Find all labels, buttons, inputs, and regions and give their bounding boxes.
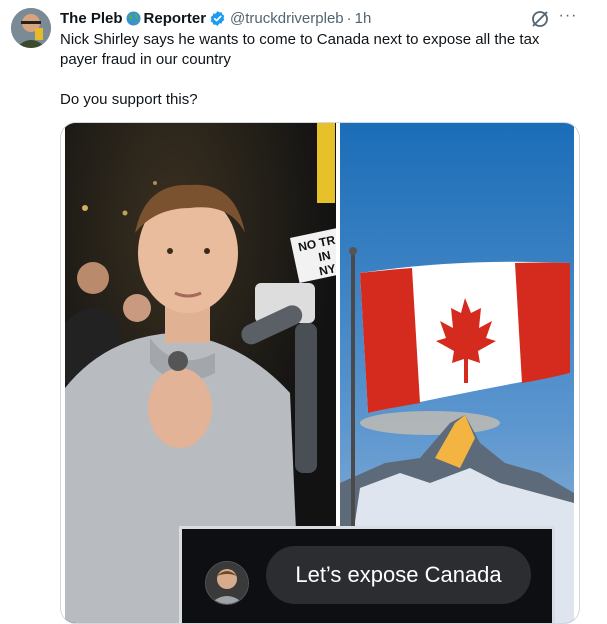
caption-bubble: Let’s expose Canada xyxy=(266,546,531,604)
tweet-question: Do you support this? xyxy=(60,91,198,108)
tweet-text: Nick Shirley says he wants to come to Ca… xyxy=(60,30,580,110)
verified-badge-icon xyxy=(209,10,226,27)
globe-icon xyxy=(125,10,141,26)
media-attachment[interactable]: NO TR IN NY Let’s expose Canada xyxy=(60,122,580,624)
grok-icon[interactable] xyxy=(530,9,550,29)
tweet-text-line: Nick Shirley says he wants to come to Ca… xyxy=(60,31,540,68)
author-handle[interactable]: @truckdriverpleb xyxy=(230,10,344,27)
display-name[interactable]: The Pleb xyxy=(60,10,123,27)
author-avatar[interactable] xyxy=(11,8,51,48)
video-caption-overlay: Let’s expose Canada xyxy=(179,526,555,623)
more-icon[interactable]: ··· xyxy=(555,6,581,26)
tweet[interactable]: The Pleb Reporter @truckdriverpleb · 1h … xyxy=(0,0,607,624)
tweet-header: The Pleb Reporter @truckdriverpleb · 1h xyxy=(60,8,371,28)
timestamp[interactable]: 1h xyxy=(355,10,372,27)
display-name-suffix[interactable]: Reporter xyxy=(144,10,207,27)
separator-dot: · xyxy=(346,9,352,27)
caption-avatar xyxy=(205,561,249,605)
